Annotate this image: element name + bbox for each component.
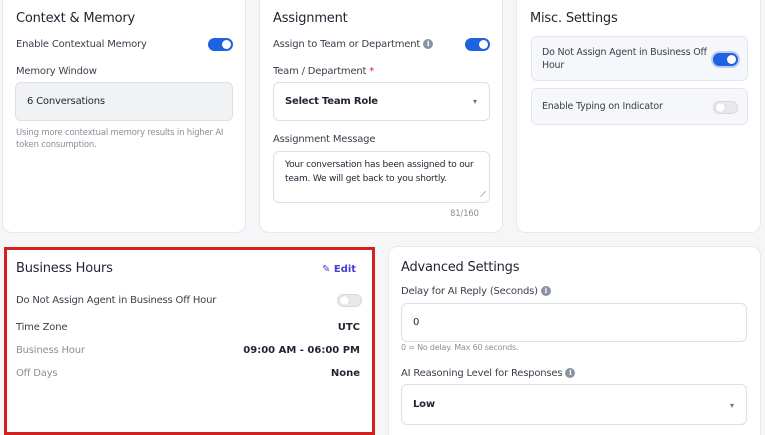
business-hours-title: Business Hours: [16, 261, 113, 276]
chevron-down-icon: ▾: [473, 97, 478, 106]
reasoning-label-text: AI Reasoning Level for Responses: [401, 368, 563, 379]
resize-handle-icon[interactable]: ⟋: [480, 190, 486, 200]
misc-offhour-toggle[interactable]: [713, 53, 738, 66]
assignment-card: Assignment Assign to Team or Department i…: [259, 0, 503, 233]
misc-typing-toggle[interactable]: [713, 101, 738, 114]
delay-value: 0: [413, 317, 420, 328]
info-icon[interactable]: i: [540, 286, 551, 296]
memory-window-label: Memory Window: [16, 66, 97, 77]
delay-label-text: Delay for AI Reply (Seconds): [401, 286, 538, 297]
timezone-label: Time Zone: [16, 322, 68, 333]
business-hour-label: Business Hour: [16, 345, 85, 356]
advanced-settings-card: Advanced Settings Delay for AI Reply (Se…: [388, 246, 761, 435]
assignment-message-label: Assignment Message: [273, 134, 376, 145]
business-offhour-label: Do Not Assign Agent in Business Off Hour: [16, 295, 217, 306]
memory-window-field[interactable]: 6 Conversations: [15, 82, 233, 121]
info-icon[interactable]: i: [423, 39, 434, 49]
advanced-settings-title: Advanced Settings: [401, 260, 520, 275]
edit-button[interactable]: ✎ Edit: [322, 264, 356, 275]
enable-contextual-memory-toggle[interactable]: [208, 38, 233, 51]
assignment-message-value: Your conversation has been assigned to o…: [285, 160, 474, 184]
team-department-label-text: Team / Department: [273, 66, 367, 77]
business-hours-card: Business Hours ✎ Edit Do Not Assign Agen…: [4, 247, 375, 435]
reasoning-value: Low: [413, 399, 435, 410]
assignment-char-counter: 81/160: [450, 209, 479, 219]
required-mark: *: [369, 66, 375, 77]
delay-help-text: 0 = No delay. Max 60 seconds.: [401, 343, 519, 352]
pencil-icon: ✎: [322, 264, 331, 275]
offdays-label: Off Days: [16, 368, 58, 379]
team-role-value: Select Team Role: [285, 96, 378, 107]
misc-offhour-label: Do Not Assign Agent in Business Off Hour: [542, 47, 707, 71]
business-offhour-toggle[interactable]: [337, 294, 362, 307]
team-department-label: Team / Department *: [273, 66, 374, 77]
assign-team-label-text: Assign to Team or Department: [273, 39, 421, 50]
assign-team-toggle[interactable]: [465, 38, 490, 51]
context-memory-card: Context & Memory Enable Contextual Memor…: [2, 0, 246, 233]
memory-window-value: 6 Conversations: [27, 96, 105, 107]
reasoning-select[interactable]: Low ▾: [401, 384, 747, 425]
offdays-value: None: [330, 368, 360, 379]
info-icon[interactable]: i: [565, 368, 576, 378]
reasoning-label: AI Reasoning Level for Responses i: [401, 368, 576, 379]
team-role-select[interactable]: Select Team Role ▾: [273, 82, 490, 121]
context-memory-title: Context & Memory: [16, 11, 135, 26]
assignment-message-textarea[interactable]: Your conversation has been assigned to o…: [273, 151, 490, 203]
misc-typing-row: Enable Typing on Indicator: [531, 88, 748, 125]
misc-offhour-row: Do Not Assign Agent in Business Off Hour: [531, 36, 748, 81]
assignment-title: Assignment: [273, 11, 348, 26]
enable-contextual-memory-label: Enable Contextual Memory: [16, 39, 147, 50]
edit-label: Edit: [333, 264, 357, 275]
misc-settings-title: Misc. Settings: [530, 11, 618, 26]
chevron-down-icon: ▾: [730, 401, 735, 410]
misc-settings-card: Misc. Settings Do Not Assign Agent in Bu…: [516, 0, 761, 233]
misc-typing-label: Enable Typing on Indicator: [542, 101, 663, 112]
timezone-value: UTC: [337, 322, 360, 333]
business-hour-value: 09:00 AM - 06:00 PM: [243, 345, 360, 356]
assign-team-label: Assign to Team or Department i: [273, 39, 434, 50]
delay-label: Delay for AI Reply (Seconds) i: [401, 286, 551, 297]
delay-input[interactable]: 0: [401, 303, 747, 342]
memory-help-text: Using more contextual memory results in …: [16, 128, 224, 150]
